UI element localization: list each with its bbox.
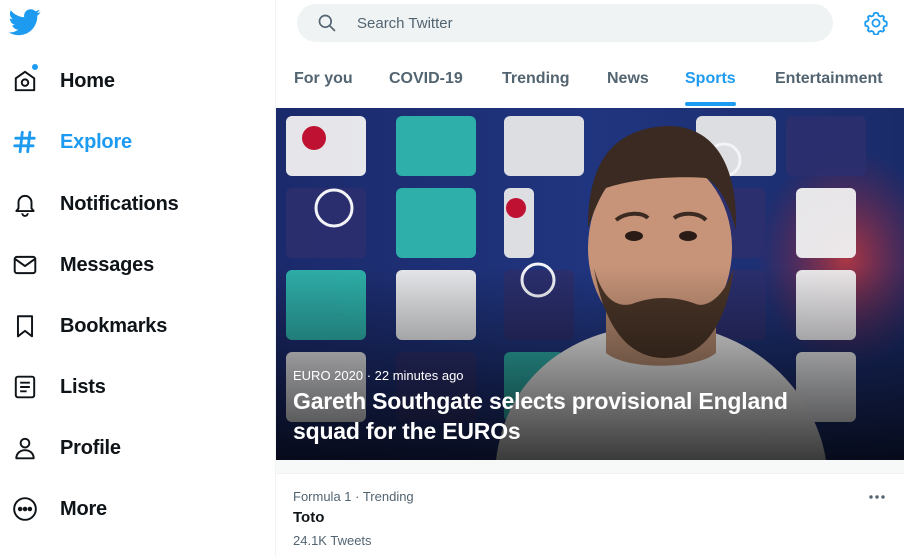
more-circle-icon: [11, 495, 39, 523]
sidebar-item-label: Profile: [60, 436, 121, 459]
bookmark-icon: [11, 312, 39, 340]
trend-name: Toto: [293, 509, 325, 526]
tab-label: Sports: [685, 70, 736, 87]
more-options-icon[interactable]: [866, 489, 888, 505]
tab-trending[interactable]: Trending: [502, 56, 570, 106]
hero-meta: EURO 2020 · 22 minutes ago: [293, 368, 464, 383]
trend-tweet-count: 24.1K Tweets: [293, 533, 372, 548]
sidebar-item-profile[interactable]: Profile: [0, 422, 260, 474]
tab-covid-19[interactable]: COVID-19: [389, 56, 463, 106]
sidebar-item-notifications[interactable]: Notifications: [0, 178, 260, 230]
trend-meta: Formula 1 · Trending: [293, 489, 414, 504]
trend-item[interactable]: Formula 1 · Trending Toto 24.1K Tweets: [276, 475, 904, 556]
search-bar[interactable]: [297, 4, 833, 42]
tab-label: News: [607, 70, 649, 87]
sidebar-item-messages[interactable]: Messages: [0, 239, 260, 291]
sidebar-item-label: Bookmarks: [60, 314, 168, 337]
sidebar: Home Explore Notifications Messages Book…: [0, 0, 276, 556]
sidebar-item-label: Lists: [60, 375, 106, 398]
tab-label: Trending: [502, 70, 570, 87]
sidebar-item-bookmarks[interactable]: Bookmarks: [0, 300, 260, 352]
search-input[interactable]: [357, 4, 817, 42]
home-icon: [11, 67, 39, 95]
envelope-icon: [11, 251, 39, 279]
notification-dot: [31, 63, 39, 71]
tab-for-you[interactable]: For you: [294, 56, 353, 106]
sidebar-item-home[interactable]: Home: [0, 55, 260, 107]
list-icon: [11, 373, 39, 401]
sidebar-item-label: More: [60, 497, 107, 520]
tab-label: For you: [294, 70, 353, 87]
active-tab-indicator: [685, 102, 736, 106]
tab-label: Entertainment: [775, 70, 883, 87]
sidebar-item-label: Explore: [60, 130, 132, 153]
tab-news[interactable]: News: [607, 56, 649, 106]
tab-label: COVID-19: [389, 70, 463, 87]
hero-headline[interactable]: Gareth Southgate selects provisional Eng…: [293, 386, 853, 446]
sidebar-item-label: Home: [60, 69, 115, 92]
explore-tabs: For you COVID-19 Trending News Sports En…: [276, 56, 904, 106]
hero-story[interactable]: EURO 2020 · 22 minutes ago Gareth Southg…: [276, 108, 904, 460]
section-divider: [276, 460, 904, 474]
explore-main: For you COVID-19 Trending News Sports En…: [276, 0, 904, 556]
gear-icon[interactable]: [864, 11, 888, 35]
sidebar-item-label: Messages: [60, 253, 155, 276]
sidebar-item-more[interactable]: More: [0, 483, 260, 535]
bell-icon: [11, 190, 39, 218]
search-icon: [318, 14, 336, 32]
person-icon: [11, 434, 39, 462]
hashtag-icon: [11, 128, 39, 156]
tab-entertainment[interactable]: Entertainment: [775, 56, 883, 106]
twitter-logo-icon[interactable]: [9, 6, 41, 38]
sidebar-item-explore[interactable]: Explore: [0, 116, 260, 168]
sidebar-item-lists[interactable]: Lists: [0, 361, 260, 413]
tab-sports[interactable]: Sports: [685, 56, 736, 106]
sidebar-item-label: Notifications: [60, 192, 179, 215]
